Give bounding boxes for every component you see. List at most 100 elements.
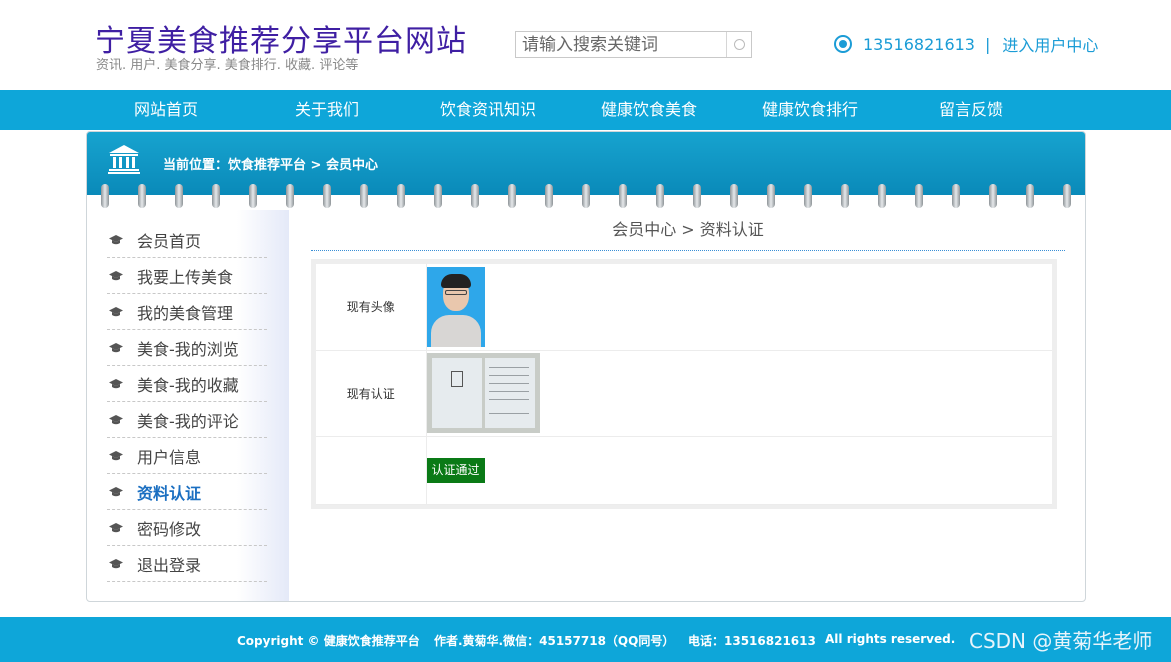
binder-ring bbox=[767, 184, 775, 208]
verification-table-wrap: 现有头像 现有认证 认证通过 bbox=[311, 259, 1057, 509]
binder-ring bbox=[175, 184, 183, 208]
binder-ring bbox=[804, 184, 812, 208]
binder-ring bbox=[249, 184, 257, 208]
sidebar-item-label: 资料认证 bbox=[137, 483, 202, 503]
binder-ring bbox=[915, 184, 923, 208]
graduation-cap-icon bbox=[109, 306, 123, 317]
avatar bbox=[426, 266, 485, 347]
target-icon bbox=[834, 35, 852, 53]
sidebar-item-label: 会员首页 bbox=[137, 231, 202, 251]
graduation-cap-icon bbox=[109, 414, 123, 425]
binder-ring bbox=[989, 184, 997, 208]
content-divider bbox=[311, 250, 1065, 251]
binder-ring bbox=[1063, 184, 1071, 208]
user-center-link[interactable]: 进入用户中心 bbox=[1002, 32, 1098, 56]
graduation-cap-icon bbox=[109, 342, 123, 353]
status-cell: 认证通过 bbox=[426, 436, 1052, 505]
binder-ring bbox=[397, 184, 405, 208]
footer-rights: All rights reserved. bbox=[825, 632, 956, 646]
sidebar-item-verification[interactable]: 资料认证 bbox=[107, 474, 267, 510]
table-row: 现有认证 bbox=[316, 350, 1052, 437]
binder-rings bbox=[87, 184, 1085, 210]
sidebar-item-label: 美食-我的收藏 bbox=[137, 375, 239, 395]
graduation-cap-icon bbox=[109, 486, 123, 497]
nav-item-feedback[interactable]: 留言反馈 bbox=[901, 90, 1041, 130]
binder-ring bbox=[878, 184, 886, 208]
sidebar-item-browse-history[interactable]: 美食-我的浏览 bbox=[107, 330, 267, 366]
avatar-cell bbox=[426, 264, 1052, 351]
graduation-cap-icon bbox=[109, 234, 123, 245]
nav-item-about[interactable]: 关于我们 bbox=[257, 90, 397, 130]
verification-table: 现有头像 现有认证 认证通过 bbox=[316, 264, 1052, 505]
binder-ring bbox=[434, 184, 442, 208]
binder-ring bbox=[1026, 184, 1034, 208]
sidebar-item-label: 密码修改 bbox=[137, 519, 202, 539]
csdn-watermark: CSDN @黄菊华老师 bbox=[969, 629, 1153, 653]
sidebar-item-upload-food[interactable]: 我要上传美食 bbox=[107, 258, 267, 294]
sidebar-item-label: 退出登录 bbox=[137, 555, 202, 575]
sidebar-item-manage-food[interactable]: 我的美食管理 bbox=[107, 294, 267, 330]
status-badge: 认证通过 bbox=[426, 457, 485, 483]
binder-ring bbox=[323, 184, 331, 208]
cert-cell bbox=[426, 350, 1052, 437]
nav-item-food[interactable]: 健康饮食美食 bbox=[579, 90, 719, 130]
footer-copyright: Copyright © 健康饮食推荐平台 bbox=[237, 634, 420, 648]
sidebar-item-user-info[interactable]: 用户信息 bbox=[107, 438, 267, 474]
search-box bbox=[515, 31, 752, 58]
header-phone: 13516821613 bbox=[863, 34, 975, 54]
breadcrumb: 当前位置：饮食推荐平台 > 会员中心 bbox=[163, 158, 378, 173]
site-footer: Copyright © 健康饮食推荐平台 作者.黄菊华.微信：45157718（… bbox=[0, 617, 1171, 662]
binder-ring bbox=[360, 184, 368, 208]
binder-ring bbox=[693, 184, 701, 208]
sidebar-item-label: 我要上传美食 bbox=[137, 267, 234, 287]
member-sidebar: 会员首页 我要上传美食 我的美食管理 美食-我的浏览 美食-我的收藏 美食-我的… bbox=[107, 222, 267, 582]
sidebar-item-label: 美食-我的评论 bbox=[137, 411, 239, 431]
sidebar-item-label: 我的美食管理 bbox=[137, 303, 234, 323]
graduation-cap-icon bbox=[109, 270, 123, 281]
sidebar-item-label: 用户信息 bbox=[137, 447, 202, 467]
table-row: 认证通过 bbox=[316, 436, 1052, 505]
search-icon bbox=[733, 39, 745, 50]
graduation-cap-icon bbox=[109, 378, 123, 389]
table-row: 现有头像 bbox=[316, 264, 1052, 351]
binder-ring bbox=[286, 184, 294, 208]
binder-ring bbox=[619, 184, 627, 208]
graduation-cap-icon bbox=[109, 450, 123, 461]
search-button[interactable] bbox=[726, 32, 751, 57]
binder-ring bbox=[101, 184, 109, 208]
nav-item-ranking[interactable]: 健康饮食排行 bbox=[740, 90, 880, 130]
binder-ring bbox=[730, 184, 738, 208]
nav-item-news[interactable]: 饮食资讯知识 bbox=[418, 90, 558, 130]
certificate-image bbox=[426, 353, 540, 433]
binder-ring bbox=[952, 184, 960, 208]
bank-building-icon bbox=[108, 145, 140, 174]
footer-phone: 电话：13516821613 bbox=[688, 634, 816, 648]
cert-label: 现有认证 bbox=[316, 350, 427, 437]
nav-item-home[interactable]: 网站首页 bbox=[96, 90, 236, 130]
sidebar-item-favorites[interactable]: 美食-我的收藏 bbox=[107, 366, 267, 402]
site-subtitle: 资讯. 用户. 美食分享. 美食排行. 收藏. 评论等 bbox=[96, 58, 359, 73]
content-title: 会员中心 > 资料认证 bbox=[612, 220, 764, 239]
graduation-cap-icon bbox=[109, 558, 123, 569]
avatar-label: 现有头像 bbox=[316, 264, 427, 351]
header-contact: 13516821613 | 进入用户中心 bbox=[834, 32, 1098, 56]
search-input[interactable] bbox=[516, 32, 726, 57]
binder-ring bbox=[582, 184, 590, 208]
binder-ring bbox=[656, 184, 664, 208]
sidebar-item-comments[interactable]: 美食-我的评论 bbox=[107, 402, 267, 438]
binder-ring bbox=[508, 184, 516, 208]
sidebar-item-logout[interactable]: 退出登录 bbox=[107, 546, 267, 582]
binder-ring bbox=[471, 184, 479, 208]
footer-author: 作者.黄菊华.微信：45157718（QQ同号） bbox=[434, 634, 675, 648]
sidebar-item-label: 美食-我的浏览 bbox=[137, 339, 239, 359]
sidebar-item-change-password[interactable]: 密码修改 bbox=[107, 510, 267, 546]
binder-ring bbox=[212, 184, 220, 208]
binder-ring bbox=[545, 184, 553, 208]
header-separator: | bbox=[984, 34, 991, 54]
binder-ring bbox=[841, 184, 849, 208]
main-nav: 网站首页 关于我们 饮食资讯知识 健康饮食美食 健康饮食排行 留言反馈 bbox=[0, 90, 1171, 130]
graduation-cap-icon bbox=[109, 522, 123, 533]
member-panel: 当前位置：饮食推荐平台 > 会员中心 会员首页 我要上传美食 我的美食管理 美食… bbox=[86, 131, 1086, 602]
binder-ring bbox=[138, 184, 146, 208]
sidebar-item-member-home[interactable]: 会员首页 bbox=[107, 222, 267, 258]
